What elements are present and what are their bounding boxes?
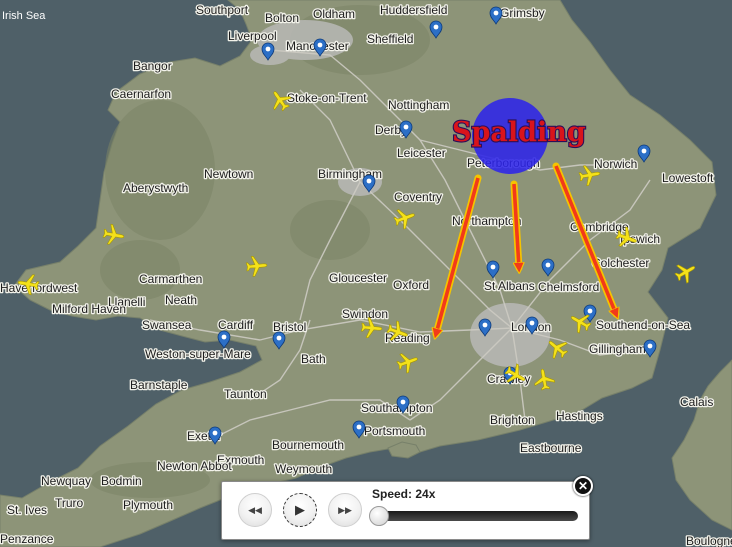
- place-label: Haverfordwest: [0, 281, 78, 295]
- place-label: Leicester: [397, 146, 446, 160]
- playback-panel: ◀◀ ▶ ▶▶ Speed: 24x: [221, 481, 590, 540]
- place-label: Neath: [165, 293, 197, 307]
- place-label: Cardiff: [218, 318, 254, 332]
- place-label: Oldham: [313, 7, 355, 21]
- place-label: Weston-super-Mare: [145, 347, 251, 361]
- place-label: Swansea: [142, 318, 192, 332]
- place-label: Aberystwyth: [123, 181, 188, 195]
- place-label: Huddersfield: [380, 3, 447, 17]
- place-label: Bangor: [133, 59, 172, 73]
- place-label: Truro: [55, 496, 84, 510]
- place-label: Chelmsford: [538, 280, 599, 294]
- place-label: Hastings: [556, 409, 603, 423]
- place-label: Boulogne: [686, 534, 732, 547]
- place-label: Newton Abbot: [157, 459, 232, 473]
- place-label: Newtown: [204, 167, 253, 181]
- speed-label: Speed: 24x: [372, 487, 436, 501]
- place-label: Stoke-on-Trent: [287, 91, 367, 105]
- place-label: Bournemouth: [272, 438, 344, 452]
- play-button[interactable]: ▶: [283, 493, 317, 527]
- place-label: St Albans: [484, 279, 535, 293]
- place-label: Milford Haven: [52, 302, 126, 316]
- place-label: Southport: [196, 3, 249, 17]
- place-label: Barnstaple: [130, 378, 188, 392]
- place-label: Bath: [301, 352, 326, 366]
- close-button[interactable]: ✕: [573, 476, 593, 496]
- place-label: Nottingham: [388, 98, 449, 112]
- place-label: Taunton: [224, 387, 267, 401]
- fast-forward-button[interactable]: ▶▶: [328, 493, 362, 527]
- place-label: Lowestoft: [662, 171, 714, 185]
- place-label: Newquay: [41, 474, 91, 488]
- place-label: Coventry: [394, 190, 442, 204]
- map-canvas[interactable]: Irish Sea Southport Bolton Oldham Hudder…: [0, 0, 732, 547]
- place-label: Sheffield: [367, 32, 413, 46]
- place-label: Liverpool: [228, 29, 277, 43]
- place-label: Calais: [680, 395, 713, 409]
- place-label: Portsmouth: [364, 424, 425, 438]
- place-label: Southend-on-Sea: [596, 318, 690, 332]
- speed-slider-thumb[interactable]: [369, 506, 389, 526]
- spalding-label: Spalding: [452, 117, 586, 148]
- place-label: Plymouth: [123, 498, 173, 512]
- place-label: Gillingham: [589, 342, 646, 356]
- place-label: Norwich: [594, 157, 637, 171]
- place-label: Bodmin: [101, 474, 142, 488]
- speed-slider-track[interactable]: [374, 511, 578, 521]
- place-label: Bolton: [265, 11, 299, 25]
- place-label: Weymouth: [275, 462, 332, 476]
- place-label: Carmarthen: [139, 272, 202, 286]
- place-label: Oxford: [393, 278, 429, 292]
- place-label: Penzance: [0, 532, 54, 546]
- place-label: Eastbourne: [520, 441, 582, 455]
- place-label: St. Ives: [7, 503, 47, 517]
- place-label: Brighton: [490, 413, 535, 427]
- place-label: Caernarfon: [111, 87, 171, 101]
- play-icon: ▶: [295, 502, 305, 517]
- place-label: Grimsby: [500, 6, 545, 20]
- fast-forward-icon: ▶▶: [338, 504, 352, 515]
- place-label: Gloucester: [329, 271, 387, 285]
- sea-label: Irish Sea: [2, 10, 46, 22]
- close-icon: ✕: [577, 479, 589, 493]
- rewind-icon: ◀◀: [248, 504, 262, 515]
- rewind-button[interactable]: ◀◀: [238, 493, 272, 527]
- place-label: Swindon: [342, 307, 388, 321]
